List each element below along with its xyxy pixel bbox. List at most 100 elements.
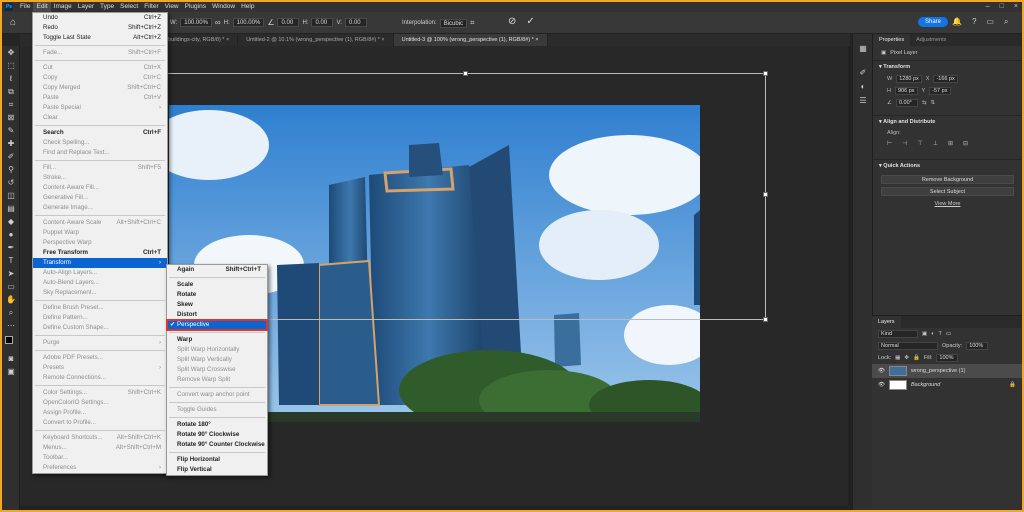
edit-item-fill[interactable]: Fill... Shift+F5: [33, 163, 167, 173]
filter-adjust-icon[interactable]: ◐: [931, 331, 934, 337]
healing-tool-icon[interactable]: ✚: [6, 139, 16, 149]
home-icon[interactable]: ⌂: [10, 17, 22, 29]
edit-item-assign-profile[interactable]: Assign Profile...: [33, 408, 167, 418]
shape-tool-icon[interactable]: ▭: [6, 282, 16, 292]
align-center-h-icon[interactable]: ⊣: [902, 140, 907, 147]
help-icon[interactable]: ?: [972, 17, 976, 27]
marquee-tool-icon[interactable]: ⬚: [6, 61, 16, 71]
search-icon[interactable]: ⌕: [1004, 17, 1008, 27]
edit-item-cut[interactable]: Cut Ctrl+X: [33, 63, 167, 73]
edit-item-generative-fill[interactable]: Generative Fill...: [33, 193, 167, 203]
edit-item-find-and-replace-text[interactable]: Find and Replace Text...: [33, 148, 167, 158]
move-tool-icon[interactable]: ✥: [6, 48, 16, 58]
transform-item-rotate-90-counter-clockwise[interactable]: Rotate 90° Counter Clockwise: [167, 440, 267, 450]
filter-shape-icon[interactable]: ▭: [946, 331, 951, 337]
edit-item-auto-align-layers[interactable]: Auto-Align Layers...: [33, 268, 167, 278]
transform-item-flip-horizontal[interactable]: Flip Horizontal: [167, 455, 267, 465]
type-tool-icon[interactable]: T: [6, 256, 16, 266]
align-bottom-icon[interactable]: ⊟: [963, 140, 968, 147]
transform-item-rotate[interactable]: Rotate: [167, 290, 267, 300]
horizontal-scrollbar[interactable]: [20, 506, 852, 510]
edit-item-paste-special[interactable]: Paste Special ›: [33, 103, 167, 113]
edit-item-perspective-warp[interactable]: Perspective Warp: [33, 238, 167, 248]
eyedropper-tool-icon[interactable]: ✎: [6, 126, 16, 136]
warp-mode-icon[interactable]: ⌗: [470, 18, 475, 28]
notifications-icon[interactable]: 🔔: [952, 17, 962, 27]
transform-item-scale[interactable]: Scale: [167, 280, 267, 290]
edit-item-auto-blend-layers[interactable]: Auto-Blend Layers...: [33, 278, 167, 288]
edit-item-free-transform[interactable]: Free Transform Ctrl+T: [33, 248, 167, 258]
cancel-transform-icon[interactable]: ⊘: [508, 16, 516, 27]
align-middle-icon[interactable]: ⊞: [948, 140, 953, 147]
edit-item-presets[interactable]: Presets ›: [33, 363, 167, 373]
edit-item-preferences[interactable]: Preferences ›: [33, 463, 167, 473]
remove-background-button[interactable]: Remove Background: [881, 175, 1014, 184]
tab-properties[interactable]: Properties: [873, 34, 911, 46]
layer-row[interactable]: 👁 wrong_perspective (1): [872, 364, 1022, 378]
tab-doc-2[interactable]: Untitled-2 @ 10.1% (wrong_perspective (1…: [238, 34, 394, 46]
hand-tool-icon[interactable]: ✋: [6, 295, 16, 305]
menu-edit[interactable]: Edit: [33, 2, 51, 12]
transform-item-flip-vertical[interactable]: Flip Vertical: [167, 465, 267, 475]
foreground-color-swatch[interactable]: [5, 336, 13, 344]
prop-width-field[interactable]: 1280 px: [896, 75, 922, 83]
edit-item-fade[interactable]: Fade... Shift+Ctrl+F: [33, 48, 167, 58]
edit-item-search[interactable]: Search Ctrl+F: [33, 128, 167, 138]
edit-item-paste[interactable]: Paste Ctrl+V: [33, 93, 167, 103]
edit-item-copy-merged[interactable]: Copy Merged Shift+Ctrl+C: [33, 83, 167, 93]
layer-row[interactable]: 👁 Background 🔒: [872, 378, 1022, 392]
edit-item-content-aware-fill[interactable]: Content-Aware Fill...: [33, 183, 167, 193]
commit-transform-icon[interactable]: ✓: [526, 16, 534, 27]
prop-x-field[interactable]: -166 px: [933, 75, 958, 83]
menu-filter[interactable]: Filter: [141, 2, 161, 12]
menu-image[interactable]: Image: [51, 2, 75, 12]
edit-item-toggle-last-state[interactable]: Toggle Last State Alt+Ctrl+Z: [33, 33, 167, 43]
edit-item-remote-connections[interactable]: Remote Connections...: [33, 373, 167, 383]
menu-layer[interactable]: Layer: [75, 2, 97, 12]
transform-item-convert-warp-anchor-point[interactable]: Convert warp anchor point: [167, 390, 267, 400]
transform-item-skew[interactable]: Skew: [167, 300, 267, 310]
angle-field[interactable]: 0.00: [277, 18, 300, 27]
edit-item-purge[interactable]: Purge ›: [33, 338, 167, 348]
edit-item-opencolorio-settings[interactable]: OpenColorIO Settings...: [33, 398, 167, 408]
h-skew-field[interactable]: 0.00: [311, 18, 334, 27]
transform-item-again[interactable]: Again Shift+Ctrl+T: [167, 265, 267, 275]
prop-height-field[interactable]: 906 px: [894, 87, 918, 95]
layer-kind-filter[interactable]: Kind: [878, 330, 918, 338]
opacity-field[interactable]: 100%: [966, 342, 989, 350]
edit-item-redo[interactable]: Redo Shift+Ctrl+Z: [33, 23, 167, 33]
view-more-link[interactable]: View More: [873, 199, 1022, 209]
menu-plugins[interactable]: Plugins: [182, 2, 209, 12]
transform-item-split-warp-horizontally[interactable]: Split Warp Horizontally: [167, 345, 267, 355]
edit-item-convert-to-profile[interactable]: Convert to Profile...: [33, 418, 167, 428]
lock-position-icon[interactable]: ✥: [904, 355, 909, 361]
edit-item-copy[interactable]: Copy Ctrl+C: [33, 73, 167, 83]
align-section-title[interactable]: ▾ Align and Distribute: [873, 115, 1022, 128]
edit-item-undo[interactable]: Undo Ctrl+Z: [33, 13, 167, 23]
edit-item-content-aware-scale[interactable]: Content-Aware Scale Alt+Shift+Ctrl+C: [33, 218, 167, 228]
transform-item-perspective[interactable]: ✔ Perspective: [166, 319, 268, 331]
crop-tool-icon[interactable]: ⌗: [6, 100, 16, 110]
brush-panel-icon[interactable]: ✐: [858, 68, 868, 78]
lasso-tool-icon[interactable]: ℓ: [6, 74, 16, 84]
transform-item-split-warp-vertically[interactable]: Split Warp Vertically: [167, 355, 267, 365]
edit-item-sky-replacement[interactable]: Sky Replacement...: [33, 288, 167, 298]
visibility-eye-icon[interactable]: 👁: [878, 382, 885, 388]
edit-item-adobe-pdf-presets[interactable]: Adobe PDF Presets...: [33, 353, 167, 363]
select-subject-button[interactable]: Select Subject: [881, 187, 1014, 196]
menu-type[interactable]: Type: [97, 2, 117, 12]
edit-item-keyboard-shortcuts[interactable]: Keyboard Shortcuts... Alt+Shift+Ctrl+K: [33, 433, 167, 443]
edit-item-define-custom-shape[interactable]: Define Custom Shape...: [33, 323, 167, 333]
edit-item-check-spelling[interactable]: Check Spelling...: [33, 138, 167, 148]
prop-y-field[interactable]: -57 px: [929, 87, 952, 95]
path-select-tool-icon[interactable]: ➤: [6, 269, 16, 279]
lock-pixels-icon[interactable]: ▦: [895, 355, 900, 361]
transform-item-split-warp-crosswise[interactable]: Split Warp Crosswise: [167, 365, 267, 375]
transform-handle[interactable]: [763, 192, 768, 197]
menu-window[interactable]: Window: [209, 2, 238, 12]
visibility-eye-icon[interactable]: 👁: [878, 368, 885, 374]
fill-field[interactable]: 100%: [936, 354, 959, 362]
width-field[interactable]: 100.00%: [180, 18, 212, 27]
flip-vertical-icon[interactable]: ⇅: [931, 100, 936, 106]
workspace-icon[interactable]: ▭: [986, 17, 994, 27]
